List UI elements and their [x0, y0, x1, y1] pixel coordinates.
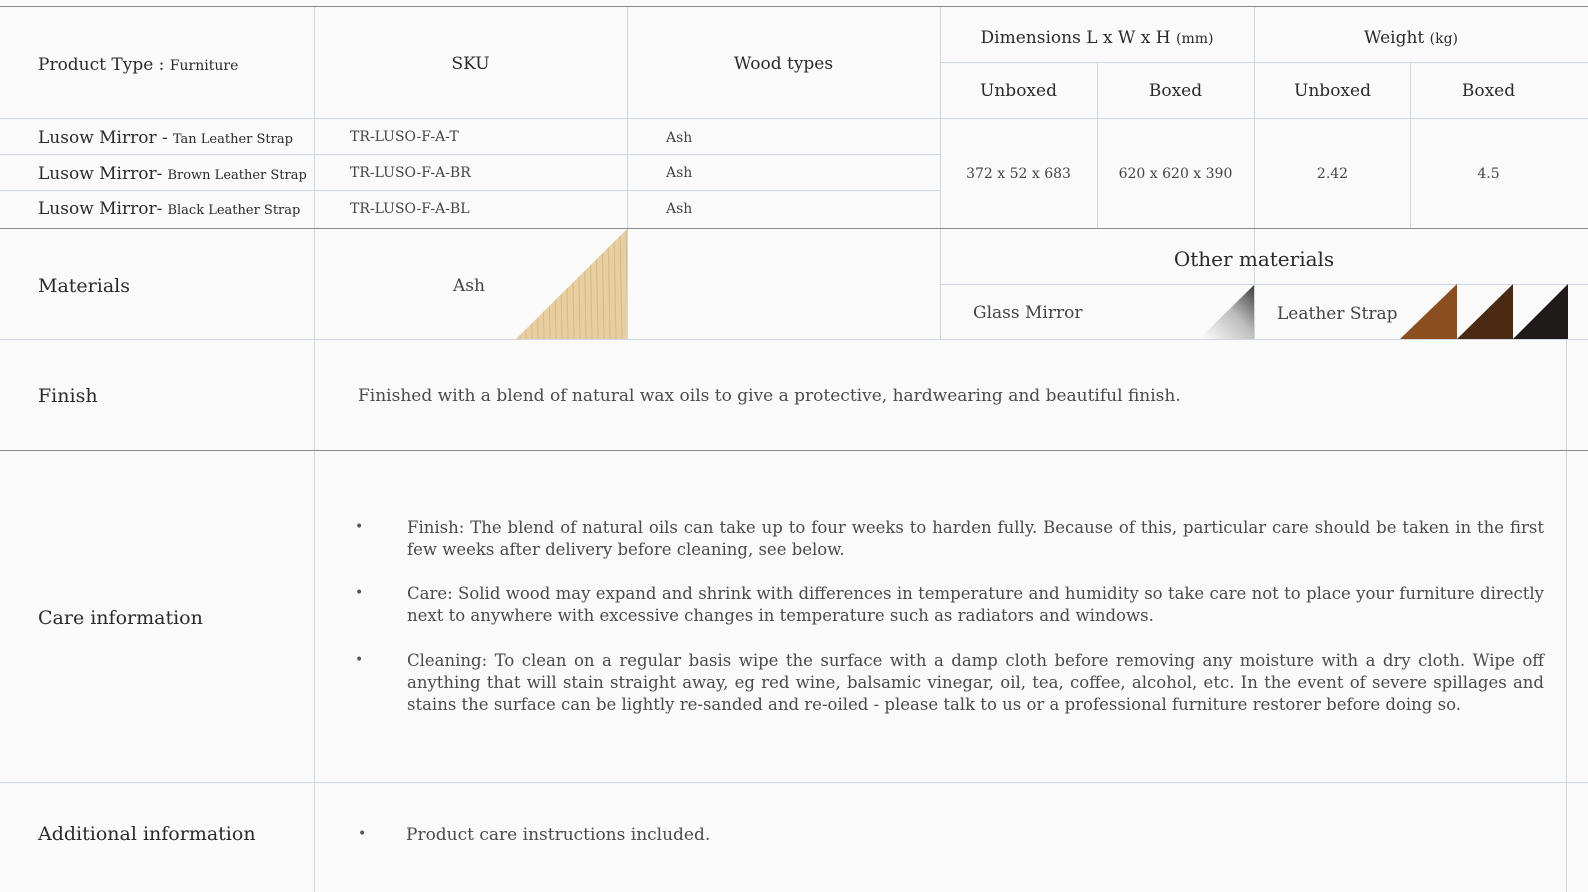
product-variant: Tan Leather Strap [172, 132, 293, 147]
bullet-icon: • [355, 652, 364, 668]
right-edge [1566, 340, 1567, 892]
table-top-border [0, 6, 1588, 7]
sku-header: SKU [451, 54, 490, 74]
care-bottom [0, 782, 1588, 783]
weight-boxed-value: 4.5 [1477, 166, 1500, 182]
product-wood: Ash [666, 165, 693, 181]
dimensions-label: Dimensions L x W x H [980, 28, 1171, 48]
product-variant: Black Leather Strap [167, 203, 301, 218]
finish-text: Finished with a blend of natural wax oil… [358, 386, 1181, 406]
row-divider-2 [0, 190, 940, 191]
product-name: Lusow Mirror - [38, 128, 168, 148]
bullet-icon: • [355, 585, 364, 601]
dim-boxed-header: Boxed [1148, 81, 1203, 101]
ash-wood-swatch [516, 229, 627, 339]
additional-item: Product care instructions included. [406, 825, 711, 845]
product-row-name: Lusow Mirror- Brown Leather Strap [38, 164, 307, 184]
finish-bottom [0, 450, 1588, 451]
materials-label: Materials [38, 275, 130, 297]
care-item: Care: Solid wood may expand and shrink w… [407, 584, 1544, 625]
product-sku: TR-LUSO-F-A-BL [350, 201, 470, 217]
product-name: Lusow Mirror- [38, 199, 163, 219]
subheader-divider [940, 62, 1588, 63]
care-item: Cleaning: To clean on a regular basis wi… [407, 651, 1544, 714]
weight-unboxed-header: Unboxed [1294, 81, 1371, 101]
dim-unboxed-value: 372 x 52 x 683 [966, 166, 1071, 182]
care-item: Finish: The blend of natural oils can ta… [407, 518, 1544, 559]
black-leather-swatch [1513, 284, 1568, 339]
product-row-name: Lusow Mirror - Tan Leather Strap [38, 128, 293, 148]
product-row-name: Lusow Mirror- Black Leather Strap [38, 199, 300, 219]
header-bottom [0, 118, 1588, 119]
product-variant: Brown Leather Strap [167, 168, 307, 183]
product-wood: Ash [666, 201, 693, 217]
additional-label: Additional information [38, 823, 256, 845]
weight-unit: (kg) [1429, 31, 1459, 47]
bullet-icon: • [358, 826, 367, 842]
dim-unboxed-header: Unboxed [980, 81, 1057, 101]
product-type-label: Product Type : [38, 55, 165, 75]
product-type-value: Furniture [169, 58, 239, 74]
weight-boxed-header: Boxed [1461, 81, 1516, 101]
finish-label: Finish [38, 385, 98, 407]
product-name: Lusow Mirror- [38, 164, 163, 184]
product-sku: TR-LUSO-F-A-BR [350, 165, 471, 181]
care-label: Care information [38, 607, 203, 629]
row-divider-1 [0, 154, 940, 155]
tan-leather-swatch [1400, 284, 1457, 339]
materials-bottom [0, 339, 1588, 340]
product-type-cell: Product Type : Furniture [38, 55, 238, 75]
dim-boxed-value: 620 x 620 x 390 [1118, 166, 1233, 182]
weight-unboxed-value: 2.42 [1316, 166, 1349, 182]
weight-header: Weight (kg) [1254, 28, 1568, 48]
glass-mirror-label: Glass Mirror [973, 303, 1083, 323]
other-materials-header: Other materials [1173, 247, 1335, 271]
brown-leather-swatch [1457, 284, 1513, 339]
product-sku: TR-LUSO-F-A-T [350, 129, 459, 145]
glass-mirror-swatch [1199, 285, 1254, 339]
leather-swatches [1400, 284, 1568, 339]
wood-types-header: Wood types [733, 54, 834, 74]
dimensions-unit: (mm) [1175, 31, 1214, 47]
product-wood: Ash [666, 130, 693, 146]
leather-strap-label: Leather Strap [1277, 304, 1398, 324]
bullet-icon: • [355, 519, 364, 535]
weight-label: Weight [1363, 28, 1425, 48]
dimensions-header: Dimensions L x W x H (mm) [940, 28, 1254, 48]
products-bottom [0, 228, 1588, 229]
